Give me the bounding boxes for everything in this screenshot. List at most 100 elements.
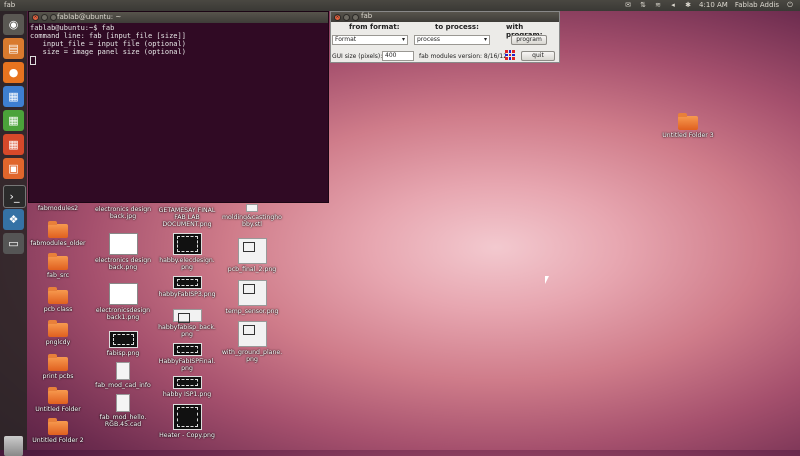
desktop-file[interactable]: Heater - Copy.png (155, 404, 219, 439)
desktop-icon-label: fab_mod_hello. RGB.45.cad (99, 414, 147, 428)
mouse-pointer-icon (545, 276, 549, 284)
desktop-folder[interactable]: pnglcdy (26, 320, 90, 346)
python-icon[interactable]: ❖ (3, 209, 24, 230)
firefox-icon[interactable]: ● (3, 62, 24, 83)
pcb-thumbnail-icon (172, 343, 202, 356)
terminal-output[interactable]: fablab@ubuntu:~$ fab command line: fab [i… (29, 23, 328, 66)
speaker-icon[interactable]: ◂ (669, 1, 677, 9)
desktop-folder[interactable]: fabmodules_older (26, 221, 90, 247)
folder-icon (48, 354, 68, 371)
terminal-titlebar[interactable]: × fablab@ubuntu: ~ (29, 12, 328, 23)
fab-logo-icon (505, 50, 515, 60)
power-icon[interactable]: ⏻ (786, 1, 794, 9)
desktop-icon-label: HabbyFabISPFinal. png (158, 358, 216, 372)
desktop-folder[interactable]: pcb class (26, 287, 90, 313)
desktop-folder[interactable]: print pcbs (26, 354, 90, 380)
desktop-file[interactable]: habbyFabISP3.png (155, 276, 219, 298)
gui-size-input[interactable]: 400 (382, 51, 414, 61)
desktop-icon-label: molding&castingho bby.stl (222, 214, 282, 228)
calc-icon[interactable]: ▦ (3, 110, 24, 131)
pcb-thumbnail-icon (172, 276, 202, 289)
folder-icon (48, 387, 68, 404)
desktop-file[interactable]: fab_mod_hello. RGB.45.cad (91, 394, 155, 428)
pcb-thumbnail-icon (172, 233, 202, 255)
folder-icon (48, 221, 68, 238)
desktop-icon-label: fabmodules2 (37, 205, 79, 212)
terminal-window[interactable]: × fablab@ubuntu: ~ fablab@ubuntu:~$ fab c… (28, 11, 329, 203)
document-icon (116, 394, 130, 412)
desktop-icon-label: habby ISP1.png (162, 391, 212, 398)
desktop-file[interactable]: GETAMESAY FINAL FAB LAB DOCUMENT.png (155, 207, 219, 228)
terminal-line: command line: fab [input_file [size]] (30, 32, 186, 40)
folder-icon (48, 287, 68, 304)
terminal-cursor (30, 56, 36, 65)
mail-icon[interactable]: ✉ (624, 1, 632, 9)
pcb-thumbnail-icon (172, 309, 202, 323)
close-icon[interactable]: × (32, 14, 39, 21)
terminal-line: input_file = input file (optional) (30, 40, 186, 48)
desktop-file[interactable]: pcb_final_2.png (220, 238, 284, 273)
trash-icon[interactable] (4, 436, 23, 456)
document-icon (116, 362, 130, 380)
desktop-icon-label: GETAMESAY FINAL FAB LAB DOCUMENT.png (158, 207, 216, 228)
desktop-file[interactable]: habby ISP1.png (155, 376, 219, 398)
bluetooth-icon[interactable]: ✱ (684, 1, 692, 9)
maximize-icon[interactable] (50, 14, 57, 21)
impress-icon[interactable]: ▦ (3, 134, 24, 155)
user-menu[interactable]: Fablab Addis (735, 1, 779, 9)
desktop-file[interactable]: electronicsdesign back1.png (91, 283, 155, 321)
desktop-file[interactable]: electronics design back.png (91, 233, 155, 271)
wifi-icon[interactable]: ≋ (654, 1, 662, 9)
desktop-icon-label: habbyfabisp_back. png (158, 324, 216, 338)
to-process-label: to process: (435, 23, 479, 31)
folder-icon (48, 253, 68, 270)
desktop-folder[interactable]: Untitled Folder 2 (26, 418, 90, 444)
image-thumbnail-icon (237, 321, 267, 347)
desktop-icon-label: habbyFabISP3.png (158, 291, 216, 298)
process-select[interactable]: process ▾ (414, 35, 490, 45)
desktop-file[interactable]: with_ground_plane. png (220, 321, 284, 363)
close-icon[interactable]: × (334, 14, 341, 21)
dash-home-icon[interactable]: ◉ (3, 14, 24, 35)
desktop-file[interactable]: fabisp.png (91, 331, 155, 357)
maximize-icon[interactable] (352, 14, 359, 21)
pcb-thumbnail-icon (108, 331, 138, 348)
top-panel: fab ✉ ⇅ ≋ ◂ ✱ 4:10 AM Fablab Addis ⏻ (0, 0, 800, 11)
minimize-icon[interactable] (343, 14, 350, 21)
desktop-file[interactable]: electronics design back.jpg (91, 198, 155, 220)
quit-button[interactable]: quit (521, 51, 555, 61)
desktop-file[interactable]: habby.elecdesign. png (155, 233, 219, 271)
desktop-icon-label: print pcbs (42, 373, 74, 380)
writer-icon[interactable]: ▦ (3, 86, 24, 107)
desktop-file[interactable]: molding&castingho bby.stl (220, 204, 284, 228)
fab-window[interactable]: × fab from format: to process: with prog… (330, 11, 560, 63)
desktop-file[interactable]: temp_sensor.png (220, 280, 284, 315)
desktop-folder[interactable]: fabmodules2 (26, 197, 90, 212)
image-thumbnail-icon (237, 238, 267, 264)
format-select[interactable]: Format ▾ (332, 35, 408, 45)
desktop-file[interactable]: fab_mod_cad_info (91, 362, 155, 389)
image-thumbnail-icon (108, 283, 138, 305)
minimize-icon[interactable] (41, 14, 48, 21)
desktop-file[interactable]: HabbyFabISPFinal. png (155, 343, 219, 372)
desktop-icon-label: pcb_final_2.png (227, 266, 277, 273)
sort-icon[interactable]: ⇅ (639, 1, 647, 9)
desktop-icon-label: pnglcdy (45, 339, 71, 346)
store-icon[interactable]: ▣ (3, 158, 24, 179)
program-button[interactable]: program (511, 35, 547, 45)
active-app-title: fab (4, 1, 16, 9)
desktop-icon-label: pcb class (43, 306, 73, 313)
fab-titlebar[interactable]: × fab (331, 12, 559, 22)
gui-size-label: GUI size (pixels): (332, 53, 383, 60)
terminal-icon[interactable]: ›_ (3, 185, 26, 208)
desktop-folder[interactable]: fab_src (26, 253, 90, 279)
clock[interactable]: 4:10 AM (699, 1, 728, 9)
desktop-folder[interactable]: Untitled Folder 3 (656, 113, 720, 139)
pcb-thumbnail-icon (172, 404, 202, 430)
desktop-folder[interactable]: Untitled Folder (26, 387, 90, 413)
desktop-icon-label: Heater - Copy.png (159, 432, 215, 439)
terminal-title: fablab@ubuntu: ~ (57, 13, 122, 21)
desktop-file[interactable]: habbyfabisp_back. png (155, 309, 219, 338)
files-icon[interactable]: ▤ (3, 38, 24, 59)
workspace-icon[interactable]: ▭ (3, 233, 24, 254)
